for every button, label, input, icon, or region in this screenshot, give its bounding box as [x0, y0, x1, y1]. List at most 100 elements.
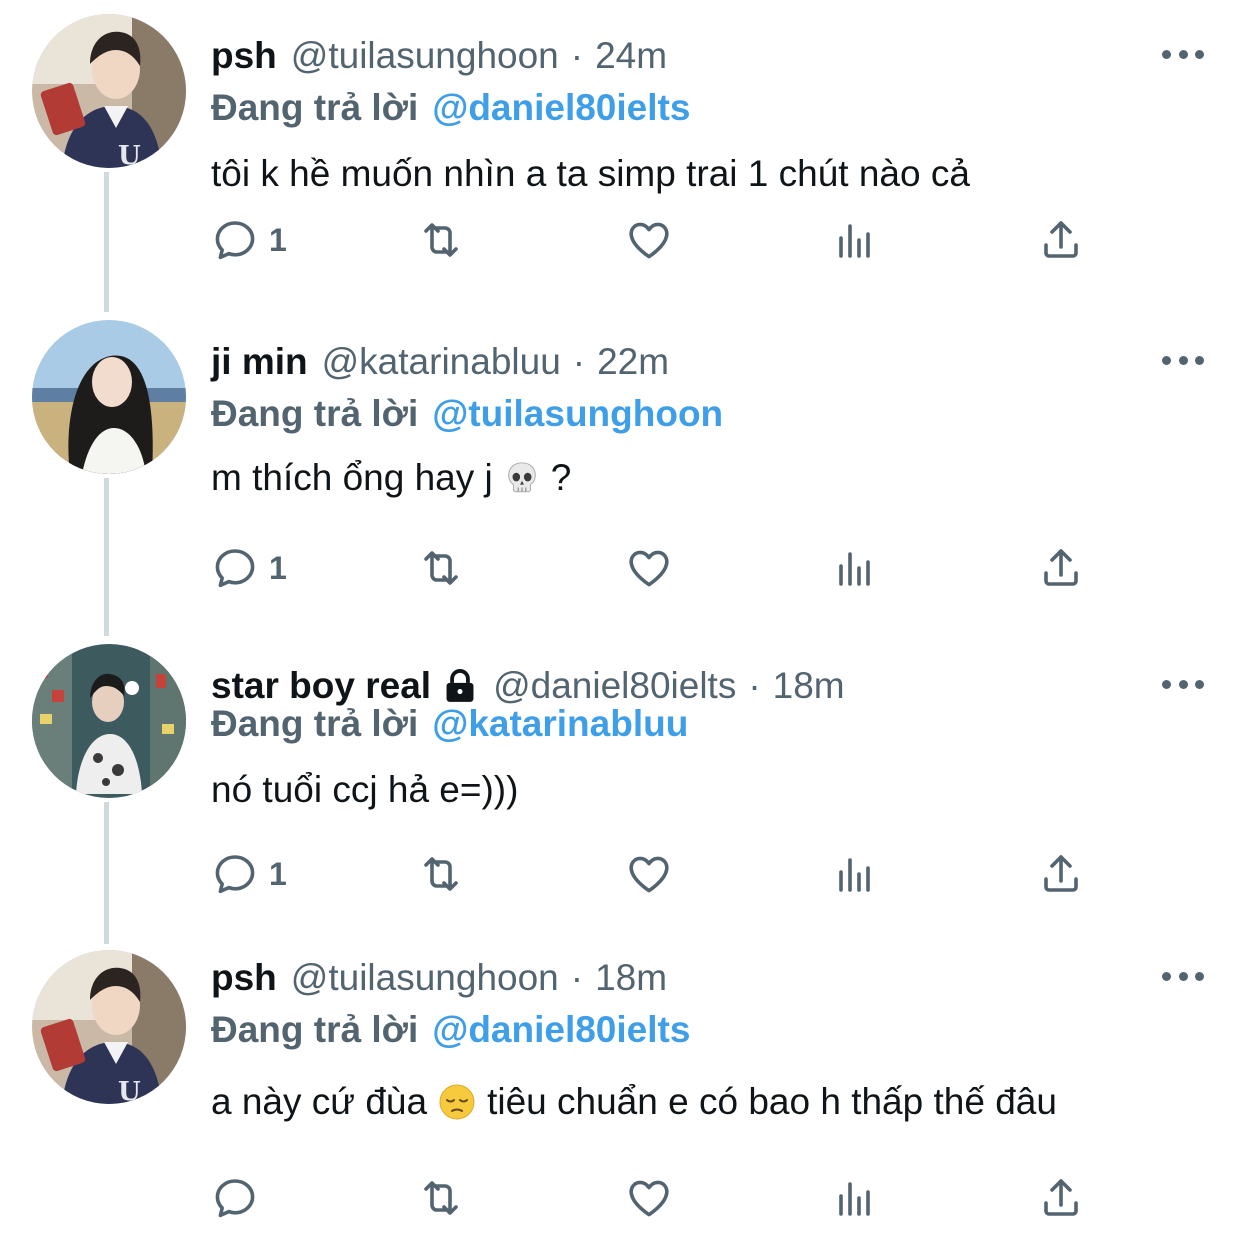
like-icon	[625, 216, 673, 264]
display-name[interactable]: psh	[211, 35, 277, 77]
tweet-text-content: nó tuổi ccj hả e=)))	[211, 769, 519, 810]
tweet-text: nó tuổi ccj hả e=)))	[211, 766, 518, 814]
tweet-header: psh @tuilasunghoon · 24m	[211, 32, 667, 80]
reply-button[interactable]: 1	[211, 210, 287, 270]
views-icon	[831, 1174, 879, 1222]
timestamp[interactable]: 18m	[773, 665, 845, 707]
replying-to: Đang trả lời @daniel80ielts	[211, 84, 690, 132]
reply-prefix: Đang trả lời	[211, 703, 419, 744]
skull-emoji-icon	[503, 459, 541, 497]
more-icon[interactable]	[1162, 674, 1204, 694]
more-icon[interactable]	[1162, 966, 1204, 986]
share-icon	[1037, 216, 1085, 264]
reply-prefix: Đang trả lời	[211, 393, 419, 434]
tweet-text: a này cứ đùa tiêu chuẩn e có bao h thấp …	[211, 1078, 1057, 1126]
reply-icon	[211, 1174, 259, 1222]
replying-to: Đang trả lời @katarinabluu	[211, 700, 688, 748]
like-icon	[625, 850, 673, 898]
tweet[interactable]: star boy real @daniel80ielts · 18m Đang …	[0, 644, 1242, 944]
share-button[interactable]	[1037, 1168, 1085, 1228]
retweet-icon	[417, 544, 465, 592]
tweet-text: m thích ổng hay j ?	[211, 454, 571, 502]
more-icon[interactable]	[1162, 44, 1204, 64]
user-handle[interactable]: @katarinabluu	[322, 341, 561, 383]
like-button[interactable]	[625, 844, 673, 904]
action-bar	[211, 1168, 1111, 1228]
retweet-icon	[417, 1174, 465, 1222]
share-button[interactable]	[1037, 844, 1085, 904]
reply-prefix: Đang trả lời	[211, 87, 419, 128]
like-button[interactable]	[625, 210, 673, 270]
views-button[interactable]	[831, 210, 879, 270]
tweet-text-content: m thích ổng hay j	[211, 457, 493, 498]
pensive-face-emoji-icon	[437, 1082, 477, 1122]
like-icon	[625, 544, 673, 592]
avatar[interactable]	[32, 644, 186, 798]
share-icon	[1037, 1174, 1085, 1222]
retweet-icon	[417, 216, 465, 264]
share-icon	[1037, 544, 1085, 592]
reply-icon	[211, 850, 259, 898]
tweet-text-content: tôi k hề muốn nhìn a ta simp trai 1 chút…	[211, 153, 970, 194]
separator: ·	[572, 341, 586, 382]
retweet-button[interactable]	[417, 210, 465, 270]
reply-count: 1	[269, 221, 287, 258]
separator: ·	[748, 665, 761, 706]
retweet-button[interactable]	[417, 844, 465, 904]
reply-count: 1	[269, 549, 287, 586]
more-icon[interactable]	[1162, 350, 1204, 370]
retweet-button[interactable]	[417, 538, 465, 598]
tweet-header: psh @tuilasunghoon · 18m	[211, 954, 667, 1002]
like-button[interactable]	[625, 1168, 673, 1228]
action-bar: 1	[211, 844, 1111, 904]
tweet[interactable]: psh @tuilasunghoon · 18m Đang trả lời @d…	[0, 950, 1242, 1240]
tweet-text-content: a này cứ đùa	[211, 1081, 428, 1122]
like-icon	[625, 1174, 673, 1222]
action-bar: 1	[211, 538, 1111, 598]
separator: ·	[570, 957, 584, 998]
action-bar: 1	[211, 210, 1111, 270]
reply-count: 1	[269, 855, 287, 892]
like-button[interactable]	[625, 538, 673, 598]
views-icon	[831, 544, 879, 592]
retweet-button[interactable]	[417, 1168, 465, 1228]
views-button[interactable]	[831, 1168, 879, 1228]
tweet-text-content: ?	[550, 457, 572, 498]
tweet-text-content: tiêu chuẩn e có bao h thấp thế đâu	[487, 1081, 1057, 1122]
views-icon	[831, 850, 879, 898]
reply-to-link[interactable]: @tuilasunghoon	[432, 393, 723, 435]
display-name[interactable]: psh	[211, 957, 277, 999]
user-handle[interactable]: @tuilasunghoon	[291, 35, 559, 77]
reply-icon	[211, 216, 259, 264]
retweet-icon	[417, 850, 465, 898]
share-icon	[1037, 850, 1085, 898]
tweet-header: ji min @katarinabluu · 22m	[211, 338, 669, 386]
timestamp[interactable]: 24m	[595, 35, 667, 77]
share-button[interactable]	[1037, 538, 1085, 598]
views-button[interactable]	[831, 844, 879, 904]
share-button[interactable]	[1037, 210, 1085, 270]
reply-button[interactable]: 1	[211, 538, 287, 598]
reply-to-link[interactable]: @katarinabluu	[432, 703, 688, 745]
reply-button[interactable]	[211, 1168, 269, 1228]
reply-icon	[211, 544, 259, 592]
user-handle[interactable]: @tuilasunghoon	[291, 957, 559, 999]
separator: ·	[570, 35, 584, 76]
views-icon	[831, 216, 879, 264]
tweet[interactable]: ji min @katarinabluu · 22m Đang trả lời …	[0, 320, 1242, 630]
avatar[interactable]	[32, 950, 186, 1104]
reply-to-link[interactable]: @daniel80ielts	[432, 1009, 690, 1051]
avatar[interactable]	[32, 14, 186, 168]
display-name[interactable]: ji min	[211, 341, 308, 383]
timestamp[interactable]: 22m	[597, 341, 669, 383]
tweet[interactable]: psh @tuilasunghoon · 24m Đang trả lời @d…	[0, 14, 1242, 304]
tweet-text: tôi k hề muốn nhìn a ta simp trai 1 chút…	[211, 150, 970, 198]
replying-to: Đang trả lời @tuilasunghoon	[211, 390, 723, 438]
reply-button[interactable]: 1	[211, 844, 287, 904]
timestamp[interactable]: 18m	[595, 957, 667, 999]
reply-to-link[interactable]: @daniel80ielts	[432, 87, 690, 129]
avatar[interactable]	[32, 320, 186, 474]
views-button[interactable]	[831, 538, 879, 598]
reply-prefix: Đang trả lời	[211, 1009, 419, 1050]
replying-to: Đang trả lời @daniel80ielts	[211, 1006, 690, 1054]
